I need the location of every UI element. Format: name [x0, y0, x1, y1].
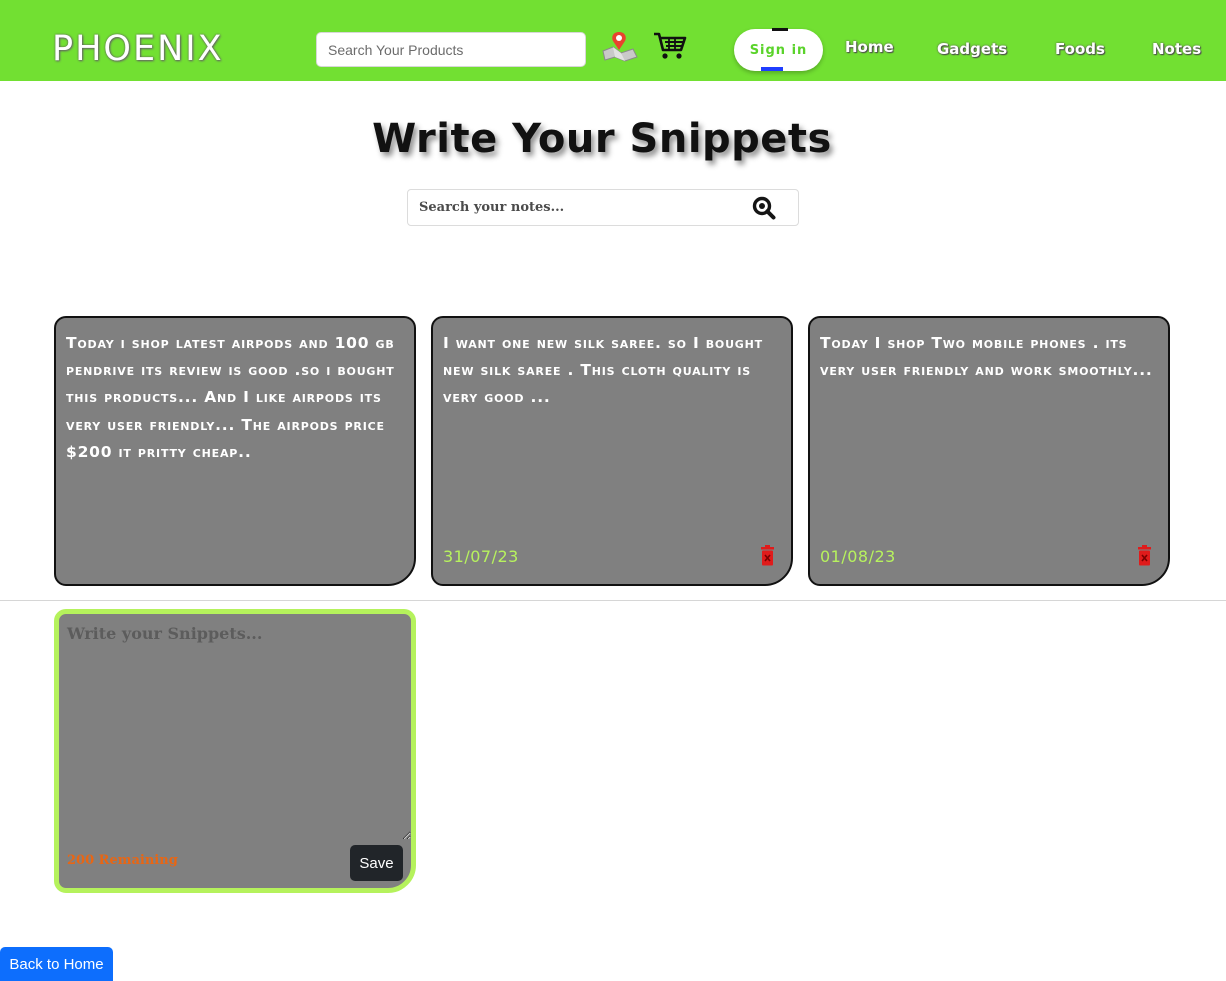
note-card: Today I shop Two mobile phones . its ver…: [808, 316, 1170, 586]
note-date: 01/08/23: [820, 547, 896, 566]
cart-icon[interactable]: [653, 31, 687, 61]
note-card: I want one new silk saree. so I bought n…: [431, 316, 793, 586]
product-search-input[interactable]: [316, 32, 586, 67]
sign-in-button[interactable]: Sign in: [734, 28, 823, 71]
note-textarea[interactable]: [59, 614, 411, 840]
sign-in-label: Sign in: [749, 42, 808, 58]
nav-link-foods[interactable]: Foods: [1055, 40, 1105, 58]
notes-search-box: [407, 189, 799, 226]
back-to-home-button[interactable]: Back to Home: [0, 947, 113, 981]
note-text: Today I shop Two mobile phones . its ver…: [820, 334, 1153, 380]
signin-accent-top: [772, 28, 788, 31]
nav-link-home[interactable]: Home: [845, 38, 894, 56]
nav-link-gadgets[interactable]: Gadgets: [937, 40, 1007, 58]
note-text: I want one new silk saree. so I bought n…: [443, 334, 763, 407]
search-icon[interactable]: [752, 196, 776, 220]
notes-search-input[interactable]: [408, 190, 738, 225]
section-divider: [0, 600, 1226, 601]
note-text: Today i shop latest airpods and 100 gb p…: [66, 334, 395, 461]
note-date: 31/07/23: [443, 547, 519, 566]
navbar: PHOENIX Sign in Home Gadgets Foods Notes: [0, 0, 1226, 81]
brand-logo[interactable]: PHOENIX: [52, 27, 224, 71]
remaining-count: 200 Remaining: [67, 853, 178, 868]
page-title: Write Your Snippets: [372, 116, 832, 162]
delete-trash-icon[interactable]: [760, 545, 775, 566]
new-note-editor: 200 Remaining Save: [54, 609, 416, 893]
signin-accent-bottom: [761, 67, 783, 71]
save-button[interactable]: Save: [350, 845, 403, 881]
delete-trash-icon[interactable]: [1137, 545, 1152, 566]
note-card: Today i shop latest airpods and 100 gb p…: [54, 316, 416, 586]
nav-link-notes[interactable]: Notes: [1152, 40, 1201, 58]
map-location-icon[interactable]: [601, 29, 639, 63]
